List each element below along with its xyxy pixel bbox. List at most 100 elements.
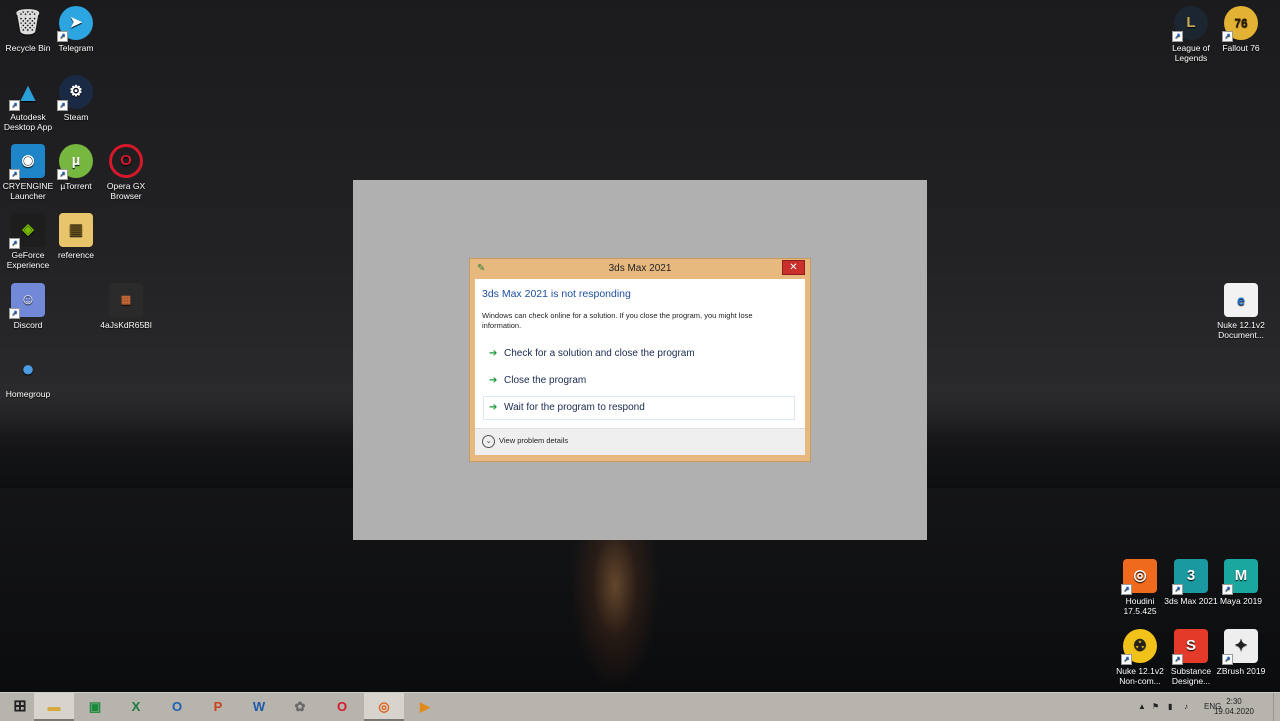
desktop-icon-label: Houdini 17.5.425 xyxy=(1123,596,1157,616)
opera-gx-icon: O xyxy=(109,144,143,178)
desktop-icon-label: Nuke 12.1v2 Non-com... xyxy=(1116,666,1164,686)
desktop-icon-reference[interactable]: ▤ reference xyxy=(48,213,104,260)
shortcut-arrow-icon: ↗ xyxy=(1172,31,1183,42)
geforce-icon: ◈ ↗ xyxy=(9,213,45,249)
houdini-icon: ◎ xyxy=(378,699,390,714)
option-close-program[interactable]: ➔ Close the program xyxy=(483,369,795,393)
desktop-icon-label: µTorrent xyxy=(60,181,92,191)
media-player-icon: ▶ xyxy=(420,699,430,714)
desktop-icon-nuke-document[interactable]: e Nuke 12.1v2 Document... xyxy=(1213,283,1269,340)
desktop-icon-label: Discord xyxy=(13,320,43,330)
desktop-icon-discord[interactable]: ☺ ↗ Discord xyxy=(0,283,56,330)
league-of-legends-icon: L ↗ xyxy=(1172,6,1208,42)
desktop-icon-3dsmax[interactable]: 3 ↗ 3ds Max 2021 xyxy=(1163,559,1219,606)
desktop-icon-utorrent[interactable]: µ ↗ µTorrent xyxy=(48,144,104,191)
desktop-icon-label: CRYENGINE Launcher xyxy=(2,181,54,201)
telegram-icon: ➤ ↗ xyxy=(57,6,93,42)
tray-notification-flag-icon[interactable]: ⚑ xyxy=(1152,693,1159,721)
dialog-close-button[interactable]: ✕ xyxy=(782,260,805,275)
option-label: Close the program xyxy=(504,375,587,386)
chevron-down-icon[interactable]: ⌄ xyxy=(482,435,495,448)
taskbar-store[interactable]: ▣ xyxy=(75,693,115,721)
desktop-icon-label: Recycle Bin xyxy=(5,43,51,53)
shortcut-arrow-icon: ↗ xyxy=(1222,654,1233,665)
desktop-icon-file-4ajs[interactable]: ▦ 4aJsKdR65Bl xyxy=(98,283,154,330)
word-icon: W xyxy=(252,699,266,714)
show-desktop-button[interactable] xyxy=(1273,693,1280,721)
option-check-solution-close[interactable]: ➔ Check for a solution and close the pro… xyxy=(483,342,795,366)
tray-overflow-icon[interactable]: ▲ xyxy=(1138,693,1146,721)
desktop-icon-opera[interactable]: O Opera GX Browser xyxy=(98,144,154,201)
shortcut-arrow-icon: ↗ xyxy=(1121,584,1132,595)
desktop-icon-label: 3ds Max 2021 xyxy=(1164,596,1218,606)
dialog-titlebar[interactable]: ✎ 3ds Max 2021 ✕ xyxy=(470,259,810,279)
homegroup-icon: ● xyxy=(21,356,35,381)
desktop-icon-league[interactable]: L ↗ League of Legends xyxy=(1163,6,1219,63)
desktop-icon-homegroup[interactable]: ● Homegroup xyxy=(0,352,56,399)
green-arrow-icon: ➔ xyxy=(489,402,498,413)
taskbar-media-player[interactable]: ▶ xyxy=(405,693,445,721)
desktop-icon-zbrush[interactable]: ✦ ↗ ZBrush 2019 xyxy=(1213,629,1269,676)
desktop-icon-label: Nuke 12.1v2 Document... xyxy=(1217,320,1265,340)
store-icon: ▣ xyxy=(88,699,102,714)
desktop-icon-telegram[interactable]: ➤ ↗ Telegram xyxy=(48,6,104,53)
taskbar-paint[interactable]: ✿ xyxy=(280,693,320,721)
shortcut-arrow-icon: ↗ xyxy=(9,238,20,249)
option-label: Wait for the program to respond xyxy=(504,402,645,413)
image-file-icon: ▦ xyxy=(109,283,143,317)
taskbar-powerpoint[interactable]: P xyxy=(198,693,238,721)
folder-icon: ▤ xyxy=(59,213,93,247)
outlook-icon: O xyxy=(171,699,183,714)
desktop-icon-label: Telegram xyxy=(58,43,94,53)
shortcut-arrow-icon: ↗ xyxy=(9,100,20,111)
view-problem-details-link[interactable]: View problem details xyxy=(499,436,568,445)
desktop-icon-label: Homegroup xyxy=(5,389,51,399)
taskbar: ⊞ ▬ ▣ X O P W ✿ O ◎ ▶ ▲ ⚑ ▮ ♪ ENG 2:30 1… xyxy=(0,692,1280,721)
taskbar-opera-gx[interactable]: O xyxy=(322,693,362,721)
taskbar-excel[interactable]: X xyxy=(116,693,156,721)
taskbar-word[interactable]: W xyxy=(239,693,279,721)
tray-network-icon[interactable]: ▮ xyxy=(1168,693,1172,721)
taskbar-houdini[interactable]: ◎ xyxy=(364,693,404,721)
shortcut-arrow-icon: ↗ xyxy=(1222,584,1233,595)
desktop-icon-houdini[interactable]: ◎ ↗ Houdini 17.5.425 xyxy=(1112,559,1168,616)
desktop-icon-label: Opera GX Browser xyxy=(106,181,146,201)
excel-icon: X xyxy=(131,699,141,714)
tray-clock[interactable]: 2:30 19.04.2020 xyxy=(1214,697,1254,717)
desktop-icon-substance[interactable]: S ↗ Substance Designe... xyxy=(1163,629,1219,686)
dialog-heading: 3ds Max 2021 is not responding xyxy=(482,288,631,300)
wallpaper-sun-reflection xyxy=(570,540,660,690)
desktop-icon-label: Steam xyxy=(63,112,89,122)
utorrent-icon: µ ↗ xyxy=(57,144,93,180)
desktop-icon-label: 4aJsKdR65Bl xyxy=(100,320,152,330)
taskbar-file-explorer[interactable]: ▬ xyxy=(34,693,74,721)
desktop-icon-label: Fallout 76 xyxy=(1222,43,1260,53)
paint-icon: ✿ xyxy=(294,699,306,714)
clock-time: 2:30 xyxy=(1226,697,1242,706)
shortcut-arrow-icon: ↗ xyxy=(57,169,68,180)
zbrush-icon: ✦ ↗ xyxy=(1222,629,1258,665)
3ds-max-icon: 3 ↗ xyxy=(1172,559,1208,595)
file-explorer-icon: ▬ xyxy=(47,699,61,714)
desktop-icon-fallout[interactable]: 76 ↗ Fallout 76 xyxy=(1213,6,1269,53)
substance-designer-icon: S ↗ xyxy=(1172,629,1208,665)
shortcut-arrow-icon: ↗ xyxy=(9,308,20,319)
tray-volume-icon[interactable]: ♪ xyxy=(1184,693,1188,721)
green-arrow-icon: ➔ xyxy=(489,375,498,386)
desktop-icon-label: reference xyxy=(58,250,94,260)
clock-date: 19.04.2020 xyxy=(1213,707,1254,716)
desktop-icon-maya[interactable]: M ↗ Maya 2019 xyxy=(1213,559,1269,606)
shortcut-arrow-icon: ↗ xyxy=(1222,31,1233,42)
option-wait-for-program[interactable]: ➔ Wait for the program to respond xyxy=(483,396,795,420)
desktop-icon-nuke-noncommercial[interactable]: ☢ ↗ Nuke 12.1v2 Non-com... xyxy=(1112,629,1168,686)
steam-icon: ⚙ ↗ xyxy=(57,75,93,111)
maya-icon: M ↗ xyxy=(1222,559,1258,595)
dialog-content: 3ds Max 2021 is not responding Windows c… xyxy=(475,279,805,455)
desktop-icon-label: ZBrush 2019 xyxy=(1216,666,1266,676)
recycle-bin-icon: 🗑 xyxy=(12,9,44,36)
desktop-icon-steam[interactable]: ⚙ ↗ Steam xyxy=(48,75,104,122)
autodesk-icon: ▲ ↗ xyxy=(9,75,45,111)
desktop-icon-label: League of Legends xyxy=(1172,43,1210,63)
taskbar-outlook[interactable]: O xyxy=(157,693,197,721)
nuke-icon: ☢ ↗ xyxy=(1121,629,1157,665)
